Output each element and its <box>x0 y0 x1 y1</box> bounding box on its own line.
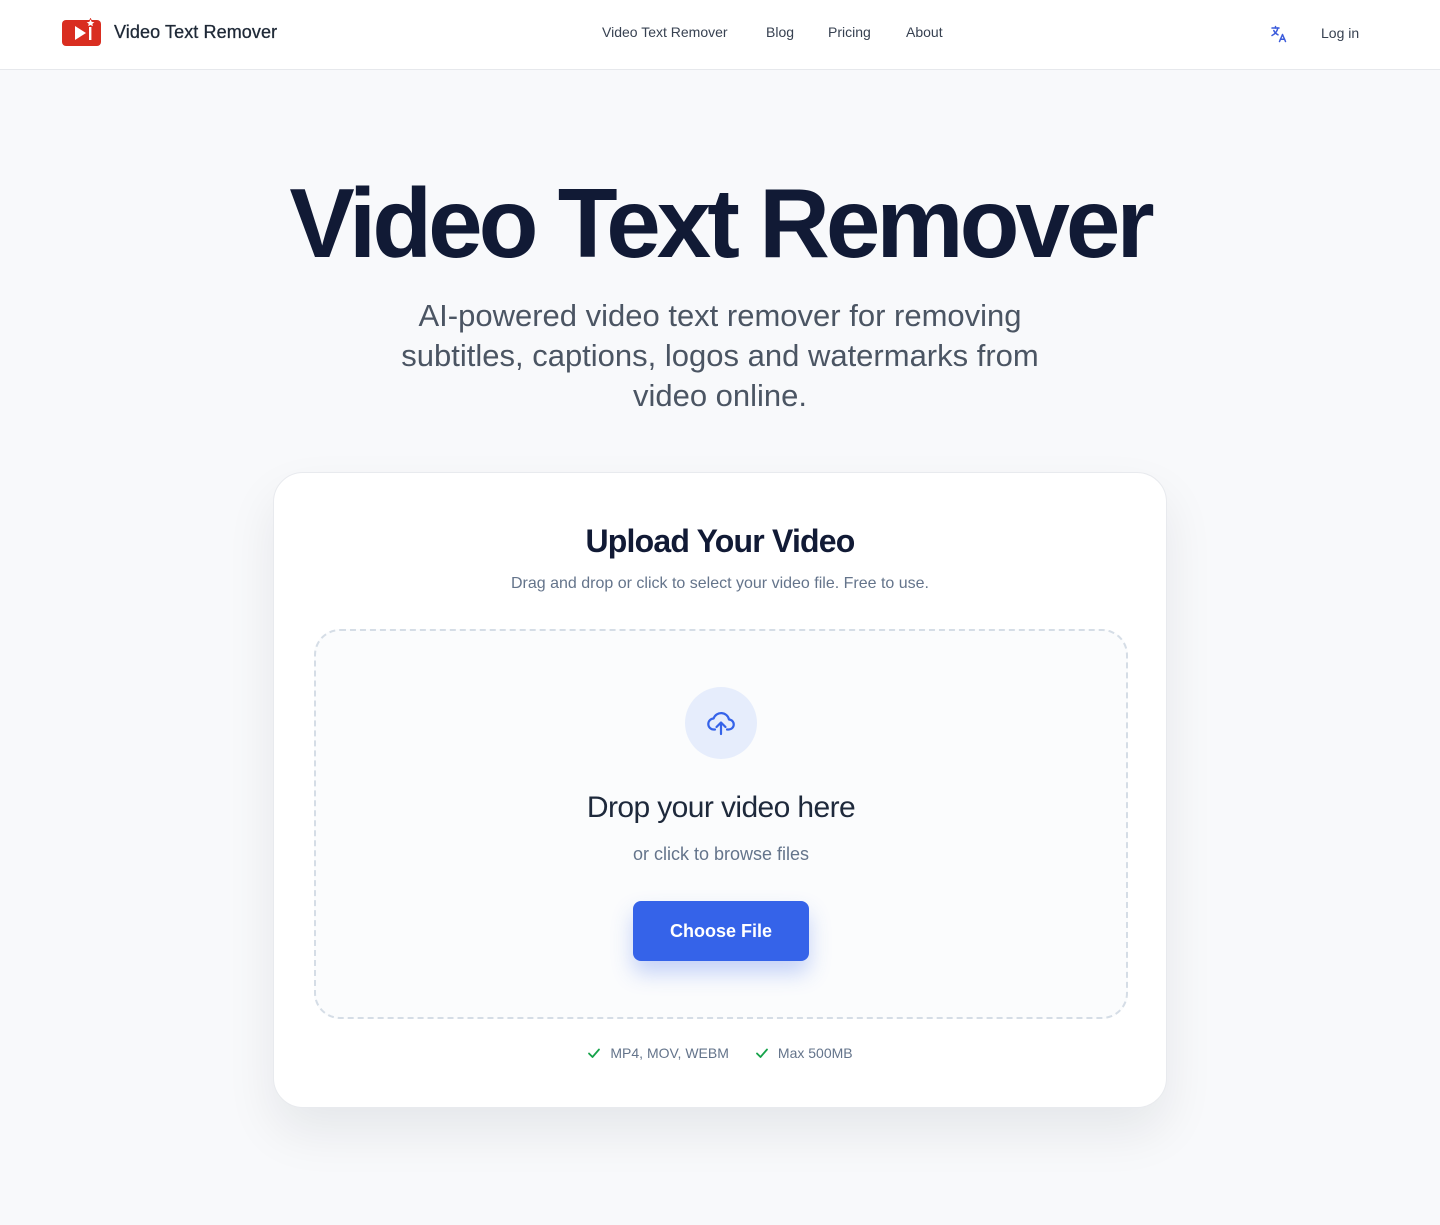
video-dropzone[interactable]: Drop your video here or click to browse … <box>314 629 1128 1019</box>
upload-card-title: Upload Your Video <box>585 523 855 559</box>
translate-icon[interactable] <box>1269 24 1289 44</box>
upload-card-description: Drag and drop or click to select your vi… <box>511 575 929 592</box>
main-nav: Video Text Remover Blog Pricing About <box>0 24 1440 44</box>
nav-link-video-text-remover[interactable]: Video Text Remover <box>602 24 728 40</box>
feature-formats-label: MP4, MOV, WEBM <box>610 1045 729 1061</box>
check-icon <box>588 1048 601 1058</box>
upload-icon-circle <box>685 687 757 759</box>
dropzone-title: Drop your video here <box>586 791 856 824</box>
check-icon <box>756 1048 768 1058</box>
feature-max-size: Max 500MB <box>755 1045 853 1061</box>
nav-link-pricing[interactable]: Pricing <box>828 24 871 40</box>
upload-features: MP4, MOV, WEBM Max 500MB <box>274 1045 1166 1061</box>
cloud-upload-icon <box>707 712 735 736</box>
feature-formats: MP4, MOV, WEBM <box>587 1045 729 1061</box>
site-header: Video Text Remover Video Text Remover Bl… <box>0 0 1440 70</box>
nav-link-blog[interactable]: Blog <box>766 24 794 40</box>
feature-max-size-label: Max 500MB <box>777 1045 853 1061</box>
upload-card: Upload Your Video Drag and drop or click… <box>273 472 1167 1108</box>
hero-title: Video Text Remover <box>289 168 1154 278</box>
login-link[interactable]: Log in <box>1321 25 1359 41</box>
nav-link-about[interactable]: About <box>906 24 943 40</box>
choose-file-button[interactable]: Choose File <box>633 901 809 961</box>
hero-subtitle: AI-powered video text remover for removi… <box>401 298 1039 413</box>
dropzone-subtitle: or click to browse files <box>632 844 810 864</box>
